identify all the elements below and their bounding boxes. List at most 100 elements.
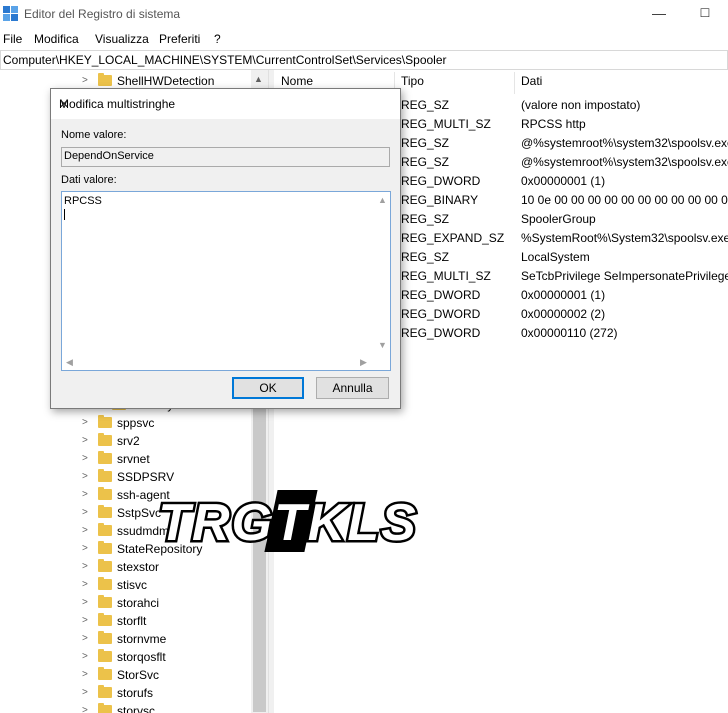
value-data: 0x00000001 (1) xyxy=(521,174,606,188)
tree-item-label: StorSvc xyxy=(117,668,160,682)
folder-icon xyxy=(98,595,112,608)
ok-button[interactable]: OK xyxy=(232,377,304,399)
folder-icon xyxy=(98,469,112,482)
value-name-label: Nome valore: xyxy=(61,129,127,141)
value-data-textarea[interactable]: RPCSS ▲ ▼ ◀ ▶ xyxy=(61,191,391,371)
tree-item[interactable]: > storflt xyxy=(82,612,252,630)
tree-item-label: storqosflt xyxy=(117,650,166,664)
chevron-right-icon[interactable]: > xyxy=(82,453,92,465)
scroll-up-icon[interactable]: ▲ xyxy=(254,74,263,84)
tree-item[interactable]: > storqosflt xyxy=(82,648,252,666)
chevron-right-icon[interactable]: > xyxy=(82,489,92,501)
textarea-vscrollbar[interactable]: ▲ ▼ xyxy=(374,192,390,354)
value-data: LocalSystem xyxy=(521,250,590,264)
tree-item[interactable]: > storahci xyxy=(82,594,252,612)
column-header-type[interactable]: Tipo xyxy=(401,74,424,94)
address-path: Computer\HKEY_LOCAL_MACHINE\SYSTEM\Curre… xyxy=(3,53,447,67)
folder-icon xyxy=(98,559,112,572)
regedit-icon xyxy=(3,6,19,22)
folder-icon xyxy=(98,487,112,500)
title-bar: Editor del Registro di sistema — ☐ xyxy=(0,0,728,29)
folder-icon xyxy=(98,613,112,626)
value-data: (valore non impostato) xyxy=(521,98,641,112)
tree-item-label: storvsc xyxy=(117,704,156,713)
column-separator[interactable] xyxy=(514,72,515,94)
value-data: @%systemroot%\system32\spoolsv.exe xyxy=(521,155,728,169)
value-data: 10 0e 00 00 00 00 00 00 00 00 00 00 03 0… xyxy=(521,193,728,207)
tree-item[interactable]: > srv2 xyxy=(82,432,252,450)
tree-item[interactable]: > StorSvc xyxy=(82,666,252,684)
value-data-text: RPCSS xyxy=(64,195,102,207)
scroll-up-icon[interactable]: ▲ xyxy=(378,195,387,205)
minimize-button[interactable]: — xyxy=(636,0,682,29)
tree-item[interactable]: > stisvc xyxy=(82,576,252,594)
tree-item[interactable]: > sppsvc xyxy=(82,414,252,432)
value-data: @%systemroot%\system32\spoolsv.exe xyxy=(521,136,728,150)
tree-item[interactable]: > stexstor xyxy=(82,558,252,576)
tree-item-label: SSDPSRV xyxy=(117,470,175,484)
value-name-field: DependOnService xyxy=(61,147,390,167)
chevron-right-icon[interactable]: > xyxy=(82,543,92,555)
value-type: REG_BINARY xyxy=(401,193,479,207)
folder-icon xyxy=(98,649,112,662)
folder-icon xyxy=(98,541,112,554)
folder-icon xyxy=(98,631,112,644)
chevron-right-icon[interactable]: > xyxy=(82,669,92,681)
menu-preferiti[interactable]: Preferiti xyxy=(159,32,200,46)
folder-icon xyxy=(98,433,112,446)
value-type: REG_SZ xyxy=(401,98,450,112)
chevron-right-icon[interactable]: > xyxy=(82,597,92,609)
scroll-down-icon[interactable]: ▼ xyxy=(378,340,387,350)
tree-item-label: stexstor xyxy=(117,560,160,574)
value-data: 0x00000110 (272) xyxy=(521,326,618,340)
watermark-text: TRGTKLS xyxy=(158,494,418,552)
chevron-right-icon[interactable]: > xyxy=(82,417,92,429)
value-type: REG_SZ xyxy=(401,250,450,264)
value-type: REG_DWORD xyxy=(401,174,481,188)
chevron-right-icon[interactable]: > xyxy=(82,471,92,483)
address-bar[interactable]: Computer\HKEY_LOCAL_MACHINE\SYSTEM\Curre… xyxy=(0,50,728,70)
folder-icon xyxy=(98,703,112,713)
tree-item[interactable]: > srvnet xyxy=(82,450,252,468)
close-icon[interactable]: ✕ xyxy=(59,97,392,111)
value-type: REG_MULTI_SZ xyxy=(401,269,491,283)
maximize-button[interactable]: ☐ xyxy=(682,0,728,29)
menu-help[interactable]: ? xyxy=(214,32,221,46)
menu-visualizza[interactable]: Visualizza xyxy=(95,32,149,46)
value-type: REG_DWORD xyxy=(401,326,481,340)
chevron-right-icon[interactable]: > xyxy=(82,705,92,713)
menu-file[interactable]: File xyxy=(3,32,22,46)
chevron-right-icon[interactable]: > xyxy=(82,525,92,537)
tree-item[interactable]: > storvsc xyxy=(82,702,252,713)
folder-icon xyxy=(98,667,112,680)
textarea-hscrollbar[interactable]: ◀ ▶ xyxy=(62,354,374,370)
window-title: Editor del Registro di sistema xyxy=(24,7,181,21)
scroll-right-icon[interactable]: ▶ xyxy=(360,357,367,368)
menu-modifica[interactable]: Modifica xyxy=(34,32,79,46)
chevron-right-icon[interactable]: > xyxy=(82,687,92,699)
tree-item-label: storufs xyxy=(117,686,154,700)
value-type: REG_SZ xyxy=(401,155,450,169)
watermark-logo: TRGTKLS xyxy=(156,490,418,555)
cancel-button[interactable]: Annulla xyxy=(316,377,389,399)
value-type: REG_DWORD xyxy=(401,288,481,302)
value-type: REG_SZ xyxy=(401,212,450,226)
column-header-data[interactable]: Dati xyxy=(521,74,542,94)
tree-item[interactable]: > SSDPSRV xyxy=(82,468,252,486)
chevron-right-icon[interactable]: > xyxy=(82,633,92,645)
scroll-left-icon[interactable]: ◀ xyxy=(66,357,73,368)
chevron-right-icon[interactable]: > xyxy=(82,507,92,519)
tree-item[interactable]: > stornvme xyxy=(82,630,252,648)
value-type: REG_DWORD xyxy=(401,307,481,321)
chevron-right-icon[interactable]: > xyxy=(82,561,92,573)
chevron-right-icon[interactable]: > xyxy=(82,435,92,447)
tree-item[interactable]: > storufs xyxy=(82,684,252,702)
value-type: REG_MULTI_SZ xyxy=(401,117,491,131)
tree-item-label: sppsvc xyxy=(117,416,155,430)
chevron-right-icon[interactable]: > xyxy=(82,75,92,87)
chevron-right-icon[interactable]: > xyxy=(82,615,92,627)
chevron-right-icon[interactable]: > xyxy=(82,651,92,663)
chevron-right-icon[interactable]: > xyxy=(82,579,92,591)
folder-icon xyxy=(98,505,112,518)
value-data: SpoolerGroup xyxy=(521,212,596,226)
